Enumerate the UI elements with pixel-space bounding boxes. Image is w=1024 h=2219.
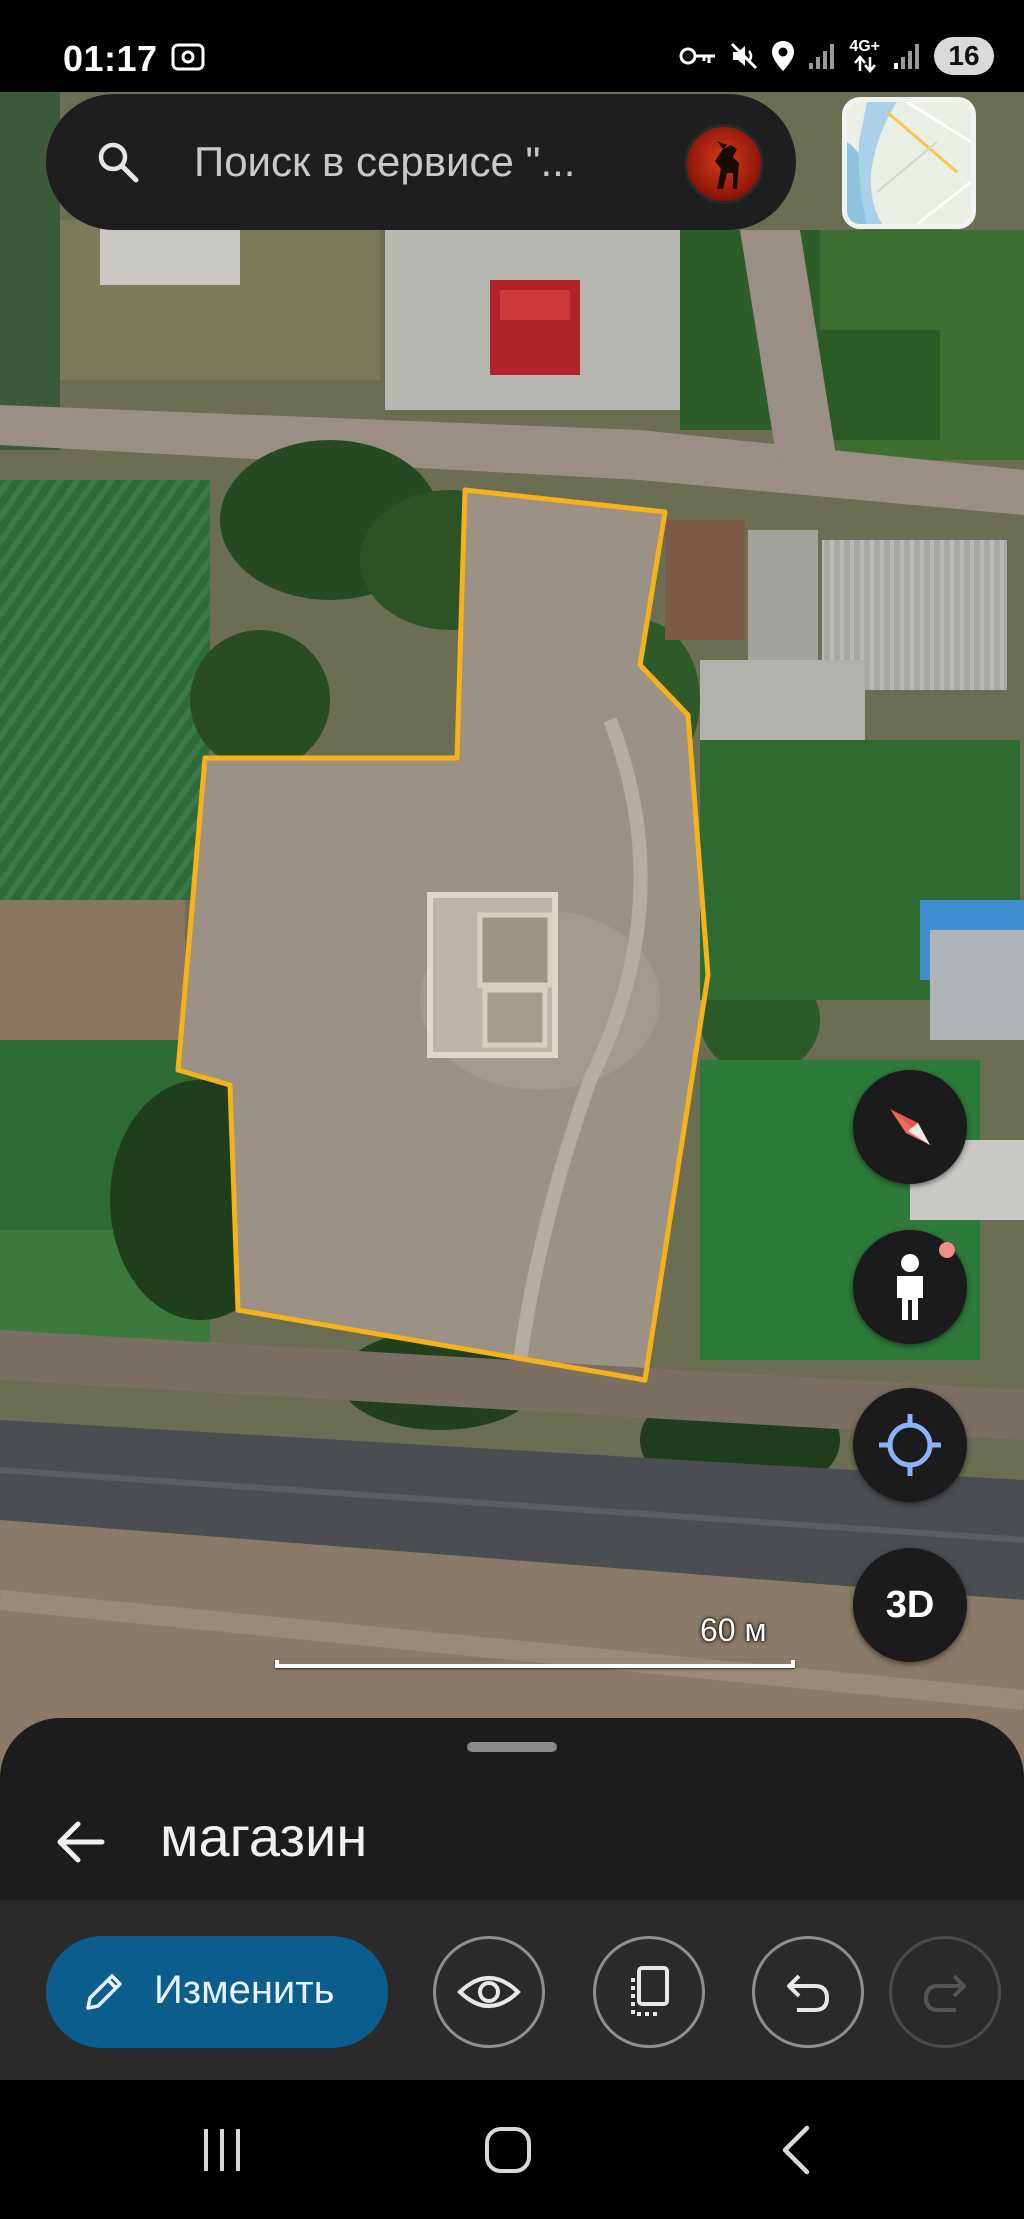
compass-icon	[890, 1109, 930, 1145]
scale-bar	[275, 1660, 795, 1668]
pencil-icon	[86, 1974, 122, 2010]
recents-icon	[204, 2129, 240, 2171]
avatar-horse-icon	[715, 141, 739, 189]
place-title: магазин	[160, 1805, 368, 1868]
status-bar: 01:17 4G+ 16	[0, 0, 1024, 92]
3d-toggle-button[interactable]: 3D	[853, 1548, 967, 1662]
home-button[interactable]	[473, 2120, 543, 2180]
search-icon	[98, 142, 139, 183]
home-icon	[485, 2127, 531, 2173]
system-nav-bar	[0, 2080, 1024, 2219]
eye-icon	[457, 1976, 521, 2008]
map-thumbnail-icon	[847, 102, 971, 224]
network-type: 4G+	[849, 39, 880, 73]
screenshot-icon	[171, 43, 205, 71]
network-label: 4G+	[849, 38, 880, 55]
edit-button[interactable]: Изменить	[46, 1936, 388, 2048]
recents-button[interactable]	[187, 2120, 257, 2180]
scale-label: 60 м	[700, 1612, 767, 1648]
redo-icon	[923, 1974, 966, 2012]
notification-dot	[939, 1242, 955, 1258]
pegman-icon	[897, 1254, 923, 1320]
back-arrow-icon[interactable]	[52, 1814, 108, 1870]
data-arrows-icon	[853, 55, 876, 73]
visibility-button[interactable]	[433, 1936, 545, 2048]
3d-label: 3D	[885, 1583, 935, 1626]
undo-icon	[787, 1974, 830, 2012]
back-button[interactable]	[760, 2120, 830, 2180]
signal-weak-icon	[809, 44, 835, 69]
signal-icon	[894, 44, 919, 69]
avatar[interactable]	[684, 124, 764, 204]
satellite-map[interactable]	[0, 0, 1024, 1780]
battery-level: 16	[934, 37, 994, 75]
undo-button[interactable]	[752, 1936, 864, 2048]
search-bar[interactable]: Поиск в сервисе "...	[46, 94, 796, 230]
copy-button[interactable]	[593, 1936, 705, 2048]
redo-button[interactable]	[889, 1936, 1001, 2048]
key-icon	[679, 47, 716, 65]
compass-button[interactable]	[853, 1070, 967, 1184]
my-location-button[interactable]	[853, 1388, 967, 1502]
edit-label: Изменить	[154, 1968, 335, 2012]
mute-icon	[731, 42, 758, 70]
copy-icon	[631, 1966, 669, 2016]
back-icon	[782, 2125, 810, 2175]
actions-bar: Изменить	[0, 1900, 1024, 2080]
drag-handle[interactable]	[467, 1742, 557, 1752]
status-indicators: 4G+ 16	[679, 36, 994, 76]
my-location-icon	[879, 1414, 941, 1476]
street-view-button[interactable]	[853, 1230, 967, 1344]
bottom-sheet[interactable]: магазин Изменить	[0, 1718, 1024, 2080]
map-imagery	[0, 0, 1024, 1780]
map-layers-button[interactable]	[842, 97, 976, 229]
search-placeholder[interactable]: Поиск в сервисе "...	[194, 138, 575, 186]
location-pin-icon	[772, 41, 795, 71]
status-time: 01:17	[63, 38, 158, 79]
